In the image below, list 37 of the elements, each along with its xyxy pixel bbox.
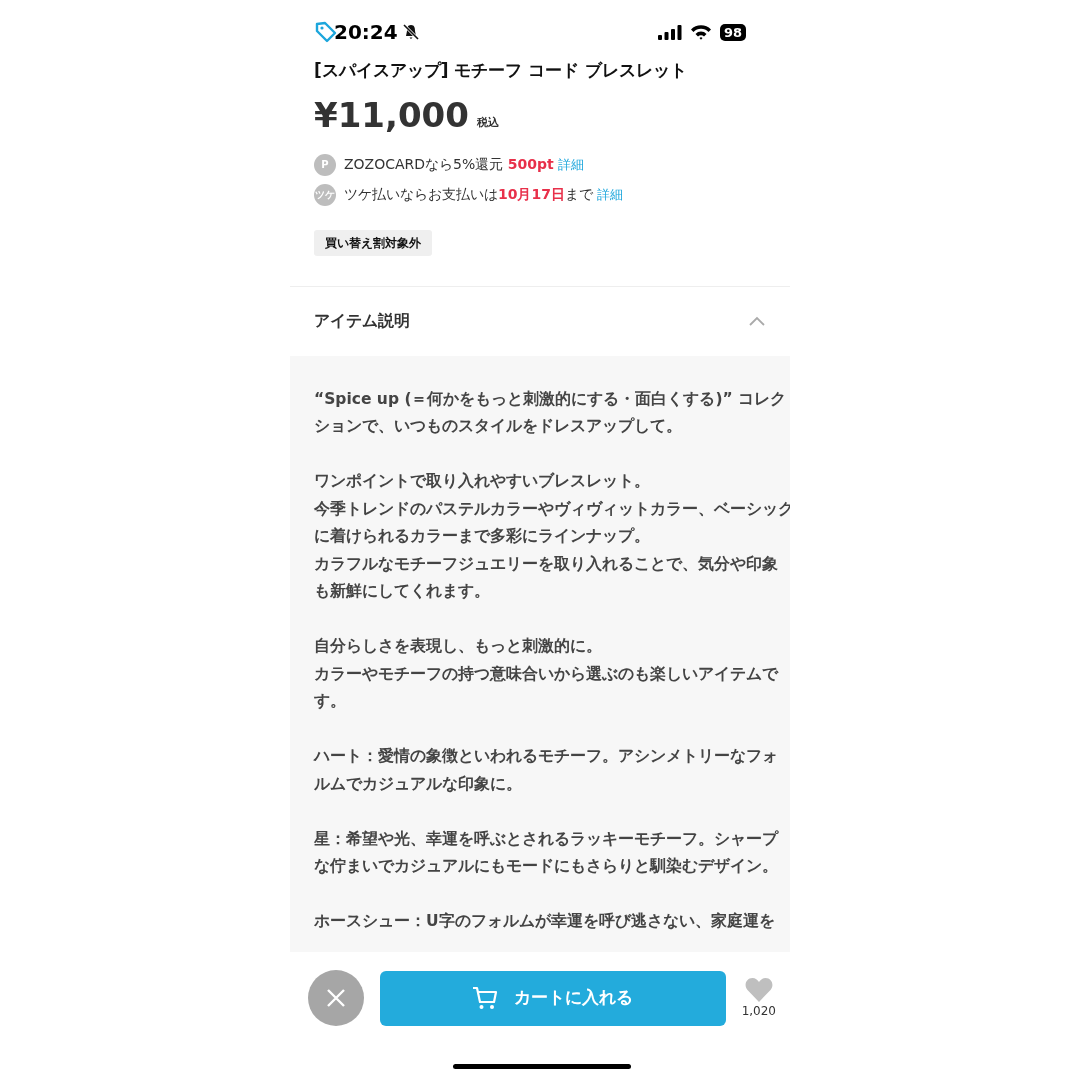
description-line: に着けられるカラーまで多彩にラインナップ。: [314, 526, 650, 547]
cart-icon: [472, 985, 499, 1011]
description-line: カラフルなモチーフジュエリーを取り入れることで、気分や印象: [314, 553, 778, 575]
signal-icon: [657, 24, 682, 40]
tax-note: 税込: [476, 115, 499, 131]
close-icon: [326, 988, 346, 1008]
product-title: [スパイスアップ] モチーフ コード ブレスレット: [314, 59, 689, 82]
description-line: 星：希望や光、幸運を呼ぶとされるラッキーモチーフ。シャープ: [314, 828, 778, 850]
price: ¥11,000: [314, 97, 469, 132]
description-line: ホースシュー：U字のフォルムが幸運を呼び逃さない、家庭運を: [314, 911, 775, 932]
add-to-cart-button[interactable]: カートに入れる: [380, 970, 726, 1026]
description-line: も新鮮にしてくれます。: [314, 581, 490, 602]
wifi-icon: [689, 24, 712, 40]
details-link[interactable]: 詳細: [558, 157, 585, 172]
battery-level: 98: [719, 23, 746, 41]
description-line: ルムでカジュアルな印象に。: [314, 773, 522, 795]
description-line: な佇まいでカジュアルにもモードにもさらりと馴染むデザイン。: [314, 856, 778, 877]
tag-label: 買い替え割対象外: [314, 229, 432, 256]
benefit-text: ZOZOCARDなら5%還元 500pt 詳細: [344, 155, 585, 174]
description-line: 自分らしさを表現し、もっと刺激的に。: [314, 636, 602, 657]
close-button[interactable]: [308, 970, 364, 1026]
badge-icon: ツケ: [314, 183, 336, 206]
description-line: ハート：愛情の象徴といわれるモチーフ。アシンメトリーなフォ: [314, 746, 778, 767]
home-indicator[interactable]: [453, 1064, 631, 1069]
time: 20:24: [334, 19, 398, 46]
section-header[interactable]: アイテム説明: [290, 285, 790, 356]
details-link[interactable]: 詳細: [597, 187, 624, 202]
heart-icon[interactable]: [744, 976, 773, 1002]
benefit-text: ツケ払いならお支払いは10月17日 まで 詳細: [344, 185, 624, 204]
bell-muted-icon: [401, 23, 420, 41]
description-line: ワンポイントで取り入れやすいブレスレット。: [314, 471, 650, 492]
badge-icon: P: [314, 153, 336, 176]
like-count: 1,020: [741, 1002, 776, 1020]
description-line: す。: [314, 691, 346, 712]
description-line: カラーやモチーフの持つ意味合いから選ぶのも楽しいアイテムで: [314, 663, 778, 685]
description-line: ションで、いつものスタイルをドレスアップして。: [314, 416, 682, 437]
description-line: “Spice up (＝何かをもっと刺激的にする・面白くする)” コレク: [314, 388, 787, 410]
